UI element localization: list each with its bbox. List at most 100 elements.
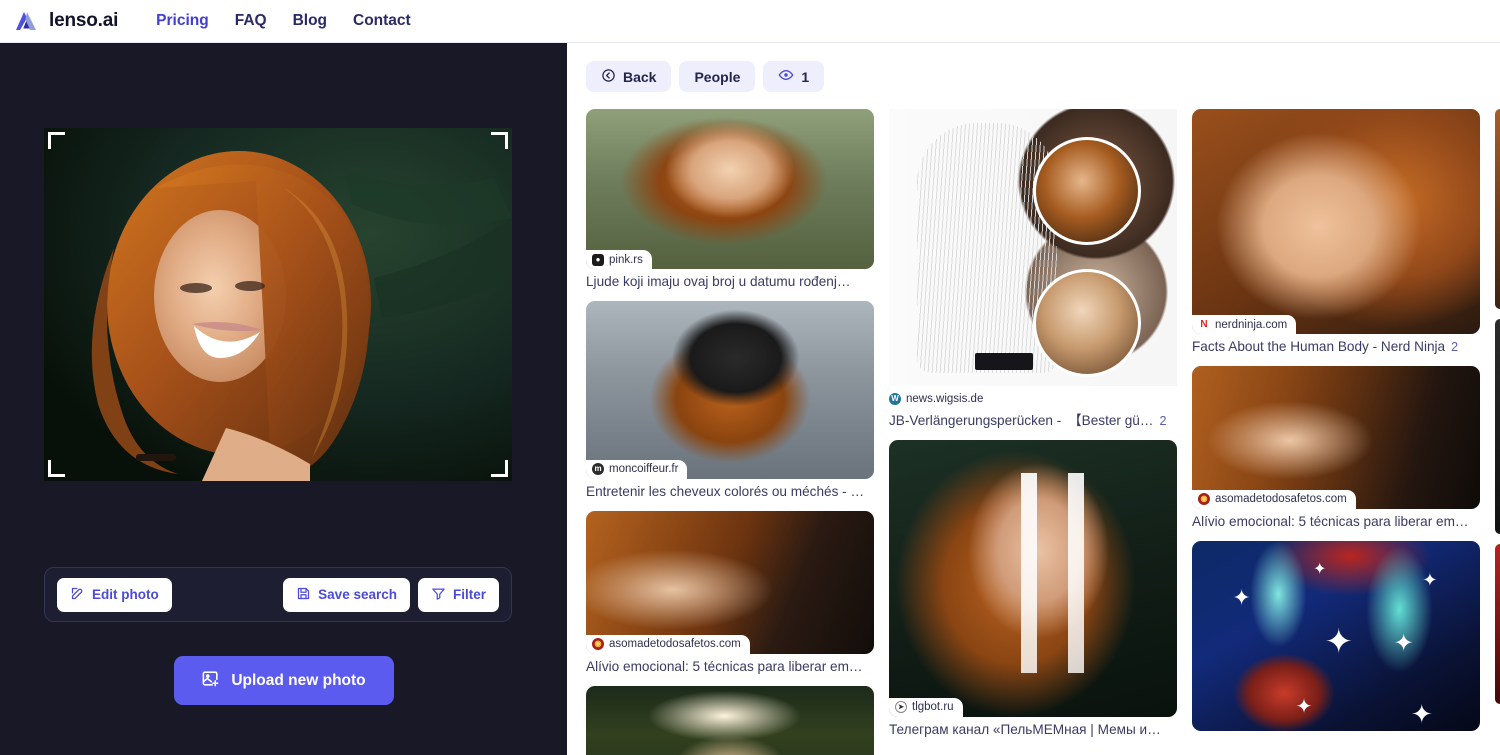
- nerdninja-favicon: N: [1198, 318, 1210, 331]
- tab-people[interactable]: People: [679, 61, 756, 92]
- results-toolbar: Back People 1: [586, 61, 1500, 92]
- thumbnail-art: [1495, 544, 1500, 704]
- result-card[interactable]: m moncoiffeur.fr Entretenir les cheveux …: [586, 300, 874, 501]
- crop-handle-top-left[interactable]: [48, 132, 65, 149]
- result-title: Alívio emocional: 5 técnicas para libera…: [1192, 513, 1469, 529]
- thumbnail-art: [889, 109, 1177, 386]
- nav-link-contact[interactable]: Contact: [353, 12, 411, 30]
- results-column: N nerdninja.com Facts About the Human Bo…: [1192, 109, 1480, 731]
- result-card[interactable]: ◉ asomadetodosafetos.com Alívio emociona…: [586, 510, 874, 676]
- star-icon: ✦: [1410, 698, 1433, 729]
- upload-new-photo-label: Upload new photo: [231, 671, 366, 689]
- nav-link-pricing[interactable]: Pricing: [156, 12, 209, 30]
- query-photo: [44, 128, 512, 481]
- source-domain: moncoiffeur.fr: [609, 463, 679, 476]
- result-title-row: JB-Verlängerungsperücken - 【Bester gü… 2: [889, 413, 1177, 430]
- thumbnail-art: [889, 439, 1177, 717]
- star-icon: ✦: [1312, 560, 1327, 578]
- views-count: 1: [801, 68, 810, 85]
- query-photo-frame[interactable]: [44, 128, 512, 481]
- source-badge: ◉ asomadetodosafetos.com: [1192, 489, 1356, 509]
- result-thumbnail[interactable]: ◉ asomadetodosafetos.com: [1192, 365, 1480, 509]
- source-badge: m moncoiffeur.fr: [586, 459, 688, 479]
- edit-photo-button[interactable]: Edit photo: [57, 577, 172, 612]
- result-title: Alívio emocional: 5 técnicas para libera…: [586, 658, 863, 674]
- result-card[interactable]: [1495, 319, 1500, 534]
- thumbnail-art: [1495, 109, 1500, 309]
- result-title: Ljude koji imaju ovaj broj u datumu rođe…: [586, 274, 851, 289]
- filter-label: Filter: [452, 587, 486, 602]
- result-card[interactable]: [1495, 544, 1500, 704]
- filter-button[interactable]: Filter: [417, 577, 499, 612]
- star-icon: ✦: [1393, 630, 1414, 658]
- brand-logo-group[interactable]: lenso.ai: [14, 9, 118, 33]
- result-title: JB-Verlängerungsperücken - 【Bester gü…: [889, 413, 1154, 428]
- result-thumbnail[interactable]: ● pink.rs: [586, 109, 874, 269]
- upload-new-photo-button[interactable]: Upload new photo: [173, 656, 394, 705]
- source-badge: ➤ tlgbot.ru: [889, 697, 963, 717]
- edit-pencil-square-icon: [70, 586, 85, 604]
- inset-photo-a: [1033, 137, 1141, 245]
- result-thumbnail[interactable]: [889, 109, 1177, 386]
- result-thumbnail[interactable]: [1495, 109, 1500, 309]
- star-icon: ✦: [1324, 622, 1353, 661]
- edit-photo-label: Edit photo: [92, 587, 159, 602]
- thumbnail-art: [586, 685, 874, 755]
- result-count-badge: 2: [1159, 414, 1167, 428]
- result-card[interactable]: [1495, 109, 1500, 309]
- source-domain: tlgbot.ru: [912, 701, 954, 714]
- result-card[interactable]: ◉ asomadetodosafetos.com Alívio emociona…: [1192, 365, 1480, 531]
- results-panel: Back People 1 ● pink.rs Ljude koji imaju…: [567, 43, 1500, 755]
- result-card[interactable]: ● pink.rs Ljude koji imaju ovaj broj u d…: [586, 109, 874, 291]
- result-title: Телеграм канал «ПельМЕМная | Мемы и…: [889, 721, 1161, 737]
- image-plus-icon: [201, 669, 220, 693]
- photo-action-bar: Edit photo Save search Filter: [44, 567, 512, 622]
- crop-handle-top-right[interactable]: [491, 132, 508, 149]
- main-nav: Pricing FAQ Blog Contact: [156, 12, 411, 30]
- result-title: Facts About the Human Body - Nerd Ninja: [1192, 339, 1446, 354]
- result-card[interactable]: N nerdninja.com Facts About the Human Bo…: [1192, 109, 1480, 356]
- pink-rs-favicon: ●: [592, 253, 604, 266]
- source-badge: ● pink.rs: [586, 250, 652, 269]
- results-grid: ● pink.rs Ljude koji imaju ovaj broj u d…: [586, 109, 1500, 755]
- hair-clip: [975, 353, 1033, 370]
- nav-link-blog[interactable]: Blog: [293, 12, 327, 30]
- result-title-row: Entretenir les cheveux colorés ou méchés…: [586, 484, 874, 501]
- result-card[interactable]: [586, 685, 874, 755]
- result-thumbnail[interactable]: [1495, 319, 1500, 534]
- moncoiffeur-favicon: m: [592, 463, 604, 476]
- thumbnail-art: [1192, 365, 1480, 509]
- result-thumbnail[interactable]: ➤ tlgbot.ru: [889, 439, 1177, 717]
- back-label: Back: [623, 68, 657, 85]
- crop-handle-bottom-right[interactable]: [491, 460, 508, 477]
- result-thumbnail[interactable]: ✦ ✦ ✦ ✦ ✦ ✦ ✦: [1192, 540, 1480, 731]
- views-counter[interactable]: 1: [763, 61, 825, 92]
- crop-handle-bottom-left[interactable]: [48, 460, 65, 477]
- lenso-a-logo-icon: [14, 9, 40, 33]
- back-button[interactable]: Back: [586, 61, 672, 92]
- result-title-row: Facts About the Human Body - Nerd Ninja …: [1192, 339, 1480, 356]
- star-icon: ✦: [1232, 584, 1251, 610]
- result-thumbnail[interactable]: [586, 685, 874, 755]
- eye-icon: [778, 67, 794, 86]
- result-card[interactable]: ➤ tlgbot.ru Телеграм канал «ПельМЕМная |…: [889, 439, 1177, 739]
- top-header: lenso.ai Pricing FAQ Blog Contact: [0, 0, 1500, 43]
- result-thumbnail[interactable]: m moncoiffeur.fr: [586, 300, 874, 479]
- result-card[interactable]: ✦ ✦ ✦ ✦ ✦ ✦ ✦: [1192, 540, 1480, 731]
- result-card[interactable]: W news.wigsis.de JB-Verlängerungsperücke…: [889, 109, 1177, 430]
- people-label: People: [694, 68, 741, 85]
- thumbnail-art: [586, 510, 874, 654]
- thumbnail-art: [1192, 109, 1480, 334]
- save-search-button[interactable]: Save search: [283, 577, 410, 612]
- inset-photo-b: [1033, 269, 1141, 377]
- asomadetodosafetos-favicon: ◉: [592, 638, 604, 651]
- result-title-row: Alívio emocional: 5 técnicas para libera…: [586, 659, 874, 676]
- result-title: Entretenir les cheveux colorés ou méchés…: [586, 483, 865, 499]
- source-domain: asomadetodosafetos.com: [1215, 493, 1347, 506]
- save-search-label: Save search: [318, 587, 397, 602]
- result-thumbnail[interactable]: [1495, 544, 1500, 704]
- nav-link-faq[interactable]: FAQ: [235, 12, 267, 30]
- thumbnail-art: [586, 300, 874, 479]
- result-thumbnail[interactable]: N nerdninja.com: [1192, 109, 1480, 334]
- result-thumbnail[interactable]: ◉ asomadetodosafetos.com: [586, 510, 874, 654]
